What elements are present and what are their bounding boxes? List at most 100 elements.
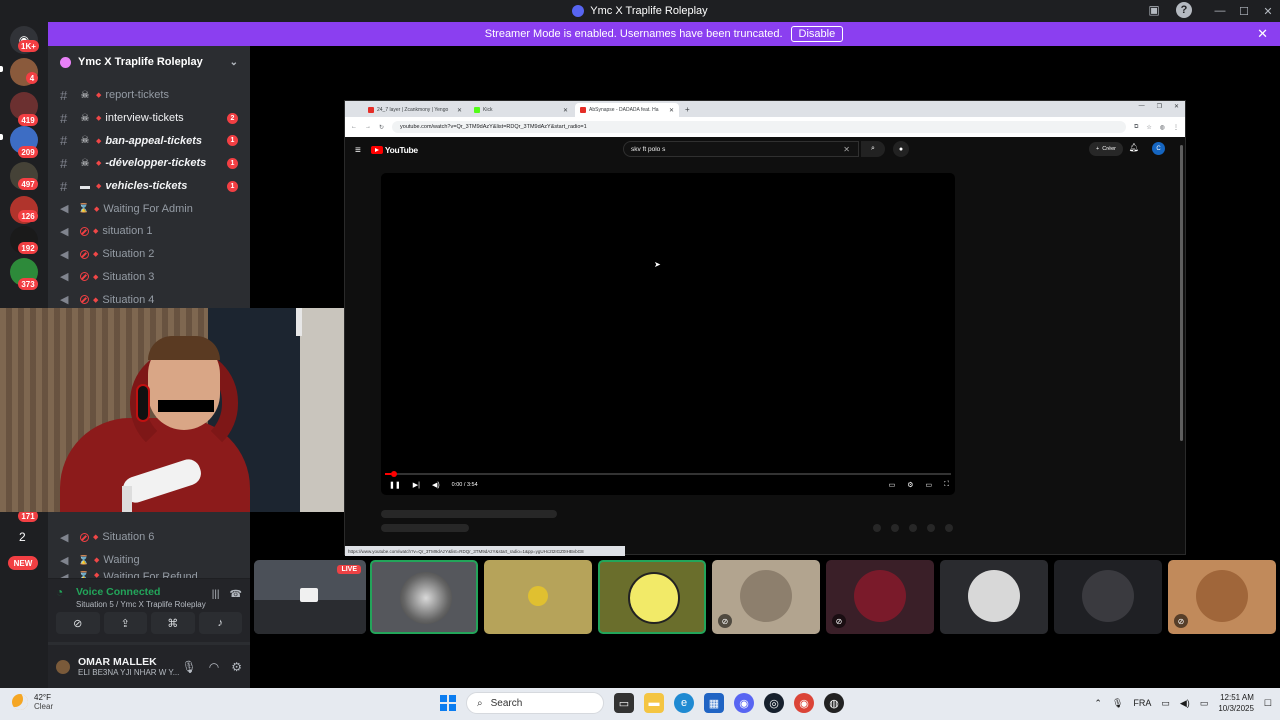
camera-off-button[interactable]: ⊘ [56,612,100,634]
voice-channel-situation-2[interactable]: ◀ ◆ Situation 2 [48,243,250,266]
voice-channel-link[interactable]: Situation 5 / Ymc X Traplife Roleplay [76,600,242,609]
create-button[interactable]: + Créer [1089,142,1123,156]
voice-channel-waiting[interactable]: ◀ ⌛ ◆ Waiting [48,549,250,572]
close-tab-icon[interactable]: ✕ [563,107,568,114]
close-banner-icon[interactable]: ✕ [1257,26,1268,42]
settings-icon[interactable]: ⚙ [907,481,913,489]
participant-tile[interactable]: ⊘ [1168,560,1276,634]
fullscreen-icon[interactable]: ⛶ [944,481,949,489]
volume-tray-icon[interactable]: ◀) [1180,698,1190,709]
user-info[interactable]: OMAR MALLEK ELI BE3NA YJI NHAR W Y... [78,656,182,677]
next-icon[interactable]: ▶| [413,481,420,489]
microphone-tray-icon[interactable]: 🎙︎ [1112,698,1123,709]
language-indicator[interactable]: FRA [1133,698,1151,708]
browser-scrollbar[interactable] [1180,145,1183,441]
search-icon[interactable]: ⌕ [861,141,885,157]
notification-icon[interactable]: ☐ [1264,698,1272,709]
task-view-icon[interactable]: ▭ [614,693,634,713]
participant-tile-stream[interactable]: LIVE [254,560,366,634]
headphones-icon[interactable]: ◠ [209,660,219,674]
browser-maximize-icon[interactable]: ❐ [1157,103,1162,110]
chevron-down-icon[interactable]: ⌄ [230,57,238,68]
channel-interview-tickets[interactable]: # ☠ ◆ interview-tickets 2 [48,107,250,130]
chrome-icon[interactable]: ◉ [794,693,814,713]
back-icon[interactable]: ← [351,124,357,130]
battery-icon[interactable]: ▭ [1200,698,1209,709]
browser-tab[interactable]: Kick ✕ [469,103,573,117]
chevron-up-icon[interactable]: ⌃ [1094,698,1102,709]
microphone-icon[interactable]: 🎙︎ [182,660,197,674]
signal-icon[interactable]: ◔ [56,585,70,599]
store-icon[interactable]: ▦ [704,693,724,713]
obs-icon[interactable]: ◍ [824,693,844,713]
close-window-button[interactable]: ✕ [1256,0,1280,22]
disable-streamer-mode-button[interactable]: Disable [790,26,844,42]
volume-icon[interactable]: ◀) [432,481,440,489]
screen-share-button[interactable]: ⇪ [103,612,147,634]
browser-tab-active[interactable]: AbSynapse - DADADA feat. Ha ✕ [575,103,679,117]
steam-icon[interactable]: ◎ [764,693,784,713]
voice-channel-situation-3[interactable]: ◀ ◆ Situation 3 [48,266,250,289]
close-tab-icon[interactable]: ✕ [457,107,462,114]
edge-icon[interactable]: e [674,693,694,713]
channel-developper-tickets[interactable]: # ☠ ◆ -développer-tickets 1 [48,152,250,175]
youtube-search-input[interactable]: skv ft polo s ✕ [623,141,859,157]
settings-gear-icon[interactable]: ⚙ [231,660,242,674]
clock[interactable]: 12:51 AM 10/3/2025 [1218,692,1254,714]
avatar[interactable] [56,659,70,674]
progress-handle[interactable] [390,471,397,477]
disconnect-icon[interactable]: ☎ [230,589,242,600]
soundboard-button[interactable]: ♪ [198,612,242,634]
browser-minimize-icon[interactable]: — [1139,103,1145,110]
windows-start-icon[interactable] [440,695,456,711]
participant-tile[interactable] [598,560,706,634]
taskbar-search[interactable]: ⌕ Search [466,692,604,714]
browser-close-icon[interactable]: ✕ [1174,103,1179,110]
captions-icon[interactable]: ▭ [889,481,896,489]
youtube-avatar[interactable]: C [1152,142,1165,155]
maximize-button[interactable]: ☐ [1232,0,1256,22]
browser-menu-icon[interactable]: ⋮ [1173,124,1179,131]
video-player[interactable]: ➤ ❚❚ ▶| ◀) 0:00 / 3:54 ▭ ⚙ ▭ ⛶ [381,173,955,495]
voice-status[interactable]: Voice Connected [76,586,160,598]
clear-search-icon[interactable]: ✕ [843,145,850,154]
channel-ban-appeal-tickets[interactable]: # ☠ ◆ ban-appeal-tickets 1 [48,129,250,152]
video-progress-bar[interactable] [385,471,951,477]
activities-button[interactable]: ⌘ [151,612,195,634]
channel-vehicles-tickets[interactable]: # ▬ ◆ vehicles-tickets 1 [48,175,250,198]
participant-tile[interactable] [1054,560,1162,634]
help-icon[interactable]: ? [1176,2,1192,18]
voice-channel-situation-6[interactable]: ◀ ◆ Situation 6 [48,526,250,549]
file-explorer-icon[interactable]: ▬ [644,693,664,713]
extensions-icon[interactable]: ⧉ [1134,124,1138,131]
voice-channel-situation-1[interactable]: ◀ ◆ situation 1 [48,220,250,243]
theater-mode-icon[interactable]: ▭ [925,481,932,489]
inbox-icon[interactable]: ▣ [1146,2,1162,18]
discord-taskbar-icon[interactable]: ◉ [734,693,754,713]
participant-tile[interactable] [484,560,592,634]
server-header[interactable]: Ymc X Traplife Roleplay ⌄ [48,46,250,78]
voice-channel-waiting-for-admin[interactable]: ◀ ⌛ ◆ Waiting For Admin [48,197,250,220]
bookmark-star-icon[interactable]: ☆ [1146,124,1151,131]
noise-suppression-icon[interactable]: ||| [212,589,220,600]
new-tab-icon[interactable]: + [685,105,690,114]
participant-tile[interactable]: ⊘ [712,560,820,634]
shared-browser-window[interactable]: 24_7 layer | Zcankmony | Yengo ✕ Kick ✕ … [344,100,1186,556]
close-tab-icon[interactable]: ✕ [669,107,674,114]
reload-icon[interactable]: ↻ [379,124,384,131]
notifications-bell-icon[interactable]: 🔔︎ [1129,143,1139,152]
hamburger-menu-icon[interactable]: ≡ [355,145,361,156]
participant-tile[interactable]: ⊘ [826,560,934,634]
voice-search-icon[interactable]: ● [893,141,909,157]
participant-tile[interactable] [370,560,478,634]
browser-tab[interactable]: 24_7 layer | Zcankmony | Yengo ✕ [363,103,467,117]
channel-report-tickets[interactable]: # ☠ ◆ report-tickets [48,84,250,107]
network-icon[interactable]: ▭ [1161,698,1170,709]
profile-icon[interactable]: ◍ [1160,124,1165,131]
forward-icon[interactable]: → [365,124,371,130]
weather-widget[interactable]: 42°F Clear [12,693,53,711]
participant-tile[interactable] [940,560,1048,634]
address-bar[interactable]: youtube.com/watch?v=Qr_3TM9dAzY&list=RDQ… [392,121,1127,133]
pause-icon[interactable]: ❚❚ [389,481,401,489]
minimize-button[interactable]: — [1208,0,1232,22]
